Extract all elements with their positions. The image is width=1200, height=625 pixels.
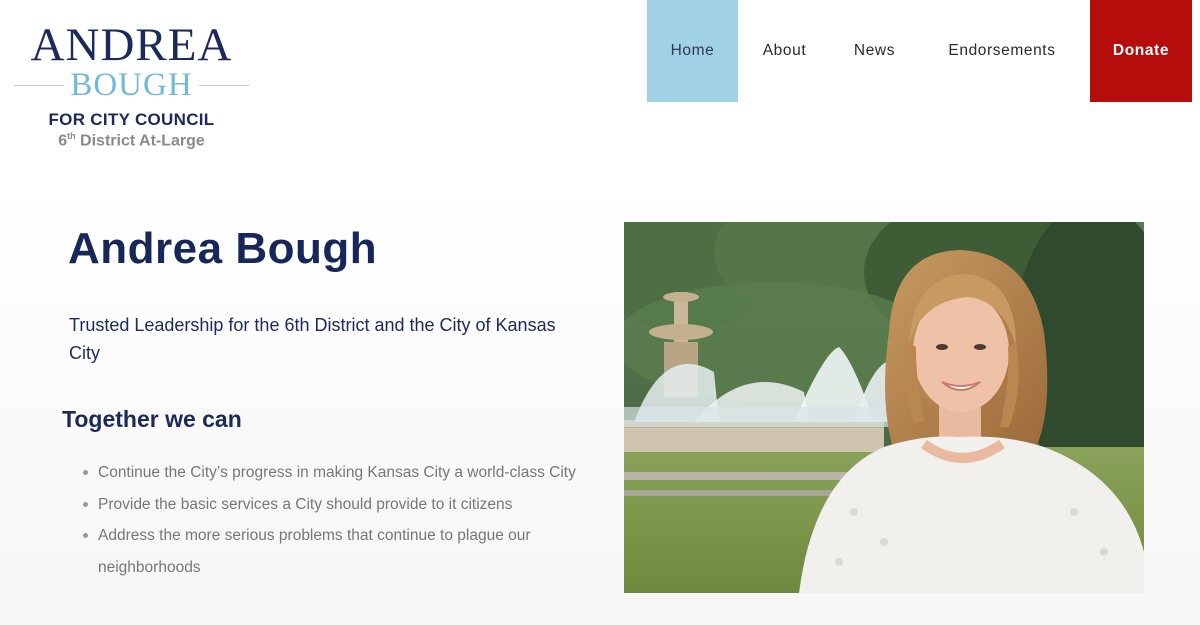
logo-district-number: 6 xyxy=(58,132,68,150)
candidate-photo xyxy=(624,222,1144,593)
logo-last-name: BOUGH xyxy=(70,67,193,103)
nav-news[interactable]: News xyxy=(822,0,927,102)
nav-home[interactable]: Home xyxy=(647,0,738,102)
goals-list: Continue the City’s progress in making K… xyxy=(83,457,578,583)
main-nav: Home About News Endorsements Donate xyxy=(647,0,1192,102)
nav-about[interactable]: About xyxy=(747,0,822,102)
donate-button[interactable]: Donate xyxy=(1090,0,1192,102)
logo-rule-right xyxy=(198,84,249,86)
together-heading: Together we can xyxy=(62,406,242,432)
nav-endorsements[interactable]: Endorsements xyxy=(927,0,1077,102)
logo-rule-left xyxy=(14,84,65,86)
logo-first-name: ANDREA xyxy=(30,19,233,71)
logo-district-rest: District At-Large xyxy=(75,132,205,150)
logo-council-text: FOR CITY COUNCIL xyxy=(48,110,215,129)
page-title: Andrea Bough xyxy=(68,224,378,273)
goal-item: Continue the City’s progress in making K… xyxy=(83,457,578,489)
logo-district-text: 6th District At-Large xyxy=(14,131,249,150)
goal-item: Provide the basic services a City should… xyxy=(83,489,578,521)
logo-district-suffix: th xyxy=(67,131,76,141)
site-logo[interactable]: ANDREA BOUGH FOR CITY COUNCIL 6th Distri… xyxy=(14,20,249,150)
logo-last-name-row: BOUGH xyxy=(14,68,249,102)
goal-item: Address the more serious problems that c… xyxy=(83,520,578,583)
hero-subtitle: Trusted Leadership for the 6th District … xyxy=(69,315,556,363)
